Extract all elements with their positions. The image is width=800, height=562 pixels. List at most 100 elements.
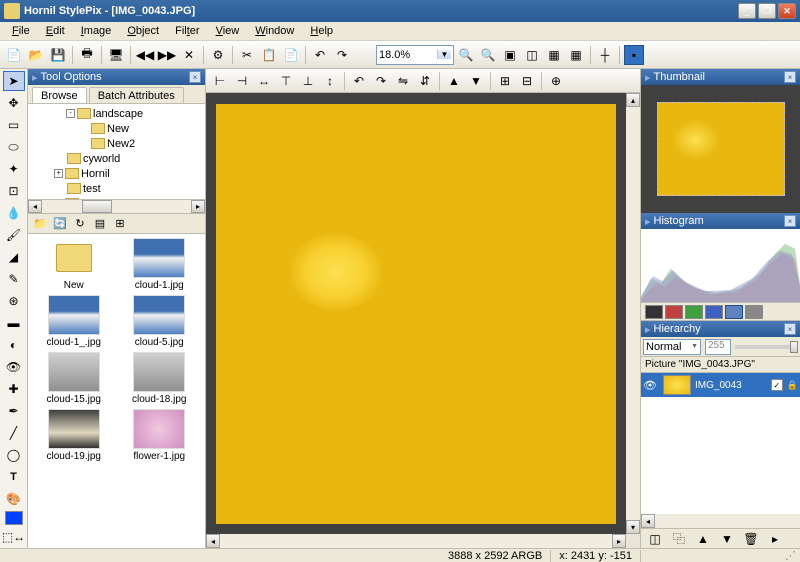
sort-button[interactable]: ▤ [92,216,108,232]
refresh-button[interactable]: 🔄 [52,216,68,232]
options-button[interactable]: ⊞ [112,216,128,232]
canvas-hscroll[interactable]: ◂ ▸ [206,534,640,548]
heal-tool[interactable]: ✚ [3,379,25,399]
gradient-tool[interactable]: ◐ [3,335,25,355]
thumb-item[interactable]: flower-1.jpg [118,409,202,462]
grid2-button[interactable]: ▦ [566,45,586,65]
wand-tool[interactable]: ✦ [3,159,25,179]
flip-h-button[interactable]: ⇋ [393,71,413,91]
maximize-button[interactable]: ❐ [758,3,776,19]
ungroup-button[interactable]: ⊟ [517,71,537,91]
fg-color[interactable] [5,511,23,525]
tree-node[interactable]: +Hornil [30,166,203,181]
tree-node[interactable]: -landscape [30,106,203,121]
tree-node[interactable]: test [30,181,203,196]
menu-window[interactable]: Window [247,23,302,39]
redo-button[interactable]: ↷ [332,45,352,65]
eraser-tool[interactable]: ◢ [3,247,25,267]
menu-filter[interactable]: Filter [167,23,207,39]
menu-image[interactable]: Image [73,23,120,39]
print-button[interactable]: 🖶 [77,45,97,65]
blend-mode-combo[interactable]: Normal▼ [643,339,701,355]
canvas-vscroll[interactable]: ▴▾ [626,93,640,534]
thumb-item[interactable]: New [32,238,116,291]
pencil-tool[interactable]: ✎ [3,269,25,289]
view-button[interactable]: ↻ [72,216,88,232]
crop-tool[interactable]: ⊡ [3,181,25,201]
thumb-item[interactable]: cloud-19.jpg [32,409,116,462]
color-tool[interactable]: 🎨 [3,489,25,509]
copy-button[interactable]: 📋 [259,45,279,65]
scroll-right-button[interactable]: ▸ [191,200,205,213]
last-button[interactable]: ▶▶ [157,45,177,65]
tree-expand-button[interactable]: + [54,169,63,178]
menu-file[interactable]: File [4,23,38,39]
align-center-button[interactable]: ⊣ [232,71,252,91]
open-button[interactable]: 📂 [26,45,46,65]
panel-close-button[interactable]: × [784,323,796,335]
fill-tool[interactable]: ▬ [3,313,25,333]
save-button[interactable]: 💾 [48,45,68,65]
align-right-button[interactable]: ↔ [254,71,274,91]
layout-button[interactable]: ▪ [624,45,644,65]
ruler-button[interactable]: ┼ [595,45,615,65]
grid-button[interactable]: ▦ [544,45,564,65]
layer-down-button[interactable]: ▼ [466,71,486,91]
panel-close-button[interactable]: × [784,71,796,83]
panel-close-button[interactable]: × [189,71,201,83]
close-button[interactable]: ✕ [778,3,796,19]
tree-node[interactable]: New [30,121,203,136]
lasso-tool[interactable]: ⬭ [3,137,25,157]
rotate-ccw-button[interactable]: ↶ [349,71,369,91]
clone-tool[interactable]: ⊛ [3,291,25,311]
zoom-combo[interactable]: 18.0% ▼ [376,45,454,65]
marquee-tool[interactable]: ▭ [3,115,25,135]
flip-v-button[interactable]: ⇵ [415,71,435,91]
align-bottom-button[interactable]: ↕ [320,71,340,91]
eyedrop-tool[interactable]: 💧 [3,203,25,223]
tree-node[interactable]: cyworld [30,151,203,166]
histo-lum-button[interactable] [745,305,763,319]
layer-menu-button[interactable]: ▸ [765,529,785,549]
group-button[interactable]: ⊞ [495,71,515,91]
histo-r-button[interactable] [665,305,683,319]
menu-help[interactable]: Help [302,23,341,39]
scroll-left-button[interactable]: ◂ [641,514,655,528]
pen-tool[interactable]: ✒ [3,401,25,421]
tree-hscroll[interactable]: ◂ ▸ [28,199,205,213]
folder-up-button[interactable]: 📁 [32,216,48,232]
tab-batch[interactable]: Batch Attributes [89,87,184,103]
scroll-left-button[interactable]: ◂ [28,200,42,213]
redeye-tool[interactable]: 👁 [3,357,25,377]
layer-lock-icon[interactable]: 🔒 [787,380,798,391]
align-left-button[interactable]: ⊢ [210,71,230,91]
histo-combined-button[interactable] [725,305,743,319]
new-button[interactable]: 📄 [4,45,24,65]
zoom-out-button[interactable]: 🔍 [478,45,498,65]
delete-layer-button[interactable]: 🗑 [741,529,761,549]
resize-grip[interactable]: ⋰ [781,549,800,562]
rotate-cw-button[interactable]: ↷ [371,71,391,91]
cancel-button[interactable]: ✕ [179,45,199,65]
text-tool[interactable]: T [3,467,25,487]
layer-up-button[interactable]: ▲ [693,529,713,549]
layer-item[interactable]: 👁 IMG_0043 ✓ 🔒 [641,373,800,397]
thumb-item[interactable]: cloud-18.jpg [118,352,202,405]
layer-up-button[interactable]: ▲ [444,71,464,91]
menu-view[interactable]: View [208,23,248,39]
opacity-input[interactable]: 255 [705,339,731,355]
pointer-tool[interactable]: ➤ [3,71,25,91]
minimize-button[interactable]: _ [738,3,756,19]
chevron-down-icon[interactable]: ▼ [437,50,451,59]
histo-rgb-button[interactable] [645,305,663,319]
thumb-item[interactable]: cloud-1.jpg [118,238,202,291]
panel-close-button[interactable]: × [784,215,796,227]
thumb-item[interactable]: cloud-15.jpg [32,352,116,405]
tree-expand-button[interactable]: - [66,109,75,118]
dup-layer-button[interactable]: ⿻ [669,529,689,549]
histo-g-button[interactable] [685,305,703,319]
brush-tool[interactable]: 🖌 [3,225,25,245]
shape-tool[interactable]: ◯ [3,445,25,465]
tab-browse[interactable]: Browse [32,87,87,103]
zoom-in-button[interactable]: 🔍 [456,45,476,65]
